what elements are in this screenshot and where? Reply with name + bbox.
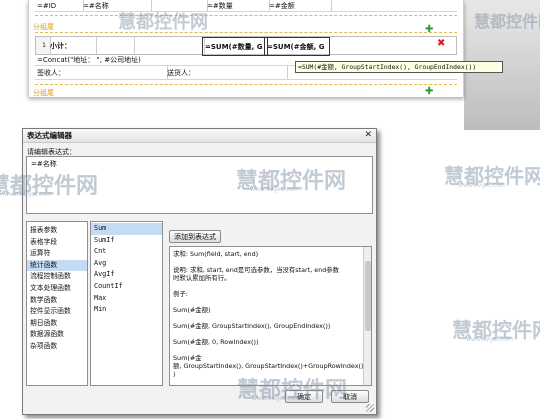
band-divider [35,15,457,16]
category-item[interactable]: 控件显示函数 [27,306,87,318]
help-line: Sum(#金额, GroupStartIndex(), GroupEndInde… [173,322,331,330]
detail-row: =#ID =#名称 =#数量 =#金额 [35,0,457,12]
report-designer-panel: =#ID =#名称 =#数量 =#金额 分组尾 1 小计： =SUM(#数量, … [28,0,464,97]
help-line [173,346,368,354]
help-line: 时默认累加所有行。 [173,274,231,282]
scroll-thumb[interactable] [365,261,371,331]
expression-tooltip: =SUM(#金额, GroupStartIndex(), GroupEndInd… [295,61,503,73]
watermark: 慧都控件网 [444,164,540,188]
help-line: Sum(#金额) [173,306,211,314]
add-to-expression-button[interactable]: 添加到表达式 [169,230,221,243]
function-item[interactable]: SumIf [91,235,162,247]
function-item[interactable]: Cnt [91,246,162,258]
help-line: 说明: 求和, start, end是可选参数，当没有start, end参数 [173,266,340,274]
category-item[interactable]: 期日函数 [27,318,87,330]
help-line [173,282,368,290]
category-item[interactable]: 运算符 [27,248,87,260]
category-item[interactable]: 流程控制函数 [27,271,87,283]
category-item[interactable]: 数据源函数 [27,329,87,341]
dialog-title: 表达式编辑器 [23,129,376,143]
category-list: 报表参数 表格字段 运算符 统计函数 流程控制函数 文本处理函数 数学函数 控件… [26,221,88,386]
cell-blank[interactable] [149,0,208,11]
category-item[interactable]: 数学函数 [27,295,87,307]
group-band-label: 分组尾 [33,23,54,31]
expression-input[interactable]: =#名称 [26,156,373,214]
cell-blank[interactable] [326,37,428,54]
help-line [173,258,368,266]
function-item[interactable]: Avg [91,258,162,270]
function-item[interactable]: Min [91,304,162,316]
cell-blank[interactable] [132,37,205,54]
subtotal-row: 1 小计： =SUM(#数量, G =SUM(#金额, G [35,36,457,56]
category-item[interactable]: 表格字段 [27,237,87,249]
help-text: 求和: Sum(field, start, end) 说明: 求和, start… [173,250,368,378]
cell-name[interactable]: =#名称 [81,0,152,11]
add-row-icon[interactable]: ✚ [425,86,433,97]
help-line: ) [173,370,176,378]
category-item-selected[interactable]: 统计函数 [27,259,87,272]
help-line [173,330,368,338]
resize-grip-icon[interactable] [366,404,374,412]
expression-text: =#名称 [31,160,57,168]
function-list: Sum SumIf Cnt Avg AvgIf CountIf Max Min [90,221,163,386]
watermark-url: www.evget.com [466,336,514,343]
help-line: 求和: Sum(field, start, end) [173,250,259,258]
help-scrollbar[interactable] [363,247,371,385]
watermark-url: www.evget.com [458,182,506,189]
function-item-selected[interactable]: Sum [91,223,162,235]
help-line [173,298,368,306]
concat-cell[interactable]: =Concat("地址： ", #公司地址) [35,54,237,65]
help-line: 额, GroupStartIndex(), GroupStartIndex()+… [173,362,364,370]
watermark: 慧都控件网 [452,318,540,342]
cancel-button[interactable]: 取消 [331,390,369,403]
cell-qty[interactable]: =#数量 [205,0,270,11]
function-item[interactable]: Max [91,293,162,305]
function-item[interactable]: CountIf [91,281,162,293]
help-line [173,314,368,322]
category-item[interactable]: 文本处理函数 [27,283,87,295]
expression-editor-dialog: 表达式编辑器 ✕ 请编辑表达式： =#名称 报表参数 表格字段 运算符 统计函数… [22,128,377,415]
ok-button[interactable]: 确定 [285,390,323,403]
cell-amount[interactable]: =#金额 [267,0,332,11]
cell-blank[interactable] [94,37,135,54]
close-icon[interactable]: ✕ [364,130,372,140]
help-line: 例子: [173,290,188,298]
footer-band-label: 分组尾 [33,89,54,97]
help-line: Sum(#金 [173,354,202,362]
cell-id[interactable]: =#ID [35,0,84,11]
category-item[interactable]: 杂项函数 [27,341,87,353]
function-help-panel: 求和: Sum(field, start, end) 说明: 求和, start… [169,246,372,386]
signer-cell[interactable]: 签收人： [35,66,168,79]
category-item[interactable]: 报表参数 [27,225,87,237]
subtotal-label[interactable]: 小计： [48,37,97,54]
band-divider [35,84,457,85]
help-line: Sum(#金额, 0, RowIndex()) [173,338,259,346]
sender-cell[interactable]: 送货人： [165,66,288,79]
function-item[interactable]: AvgIf [91,269,162,281]
band-divider [35,32,457,33]
add-row-icon[interactable]: ✚ [425,24,433,35]
delete-row-icon[interactable]: ✖ [437,38,445,49]
